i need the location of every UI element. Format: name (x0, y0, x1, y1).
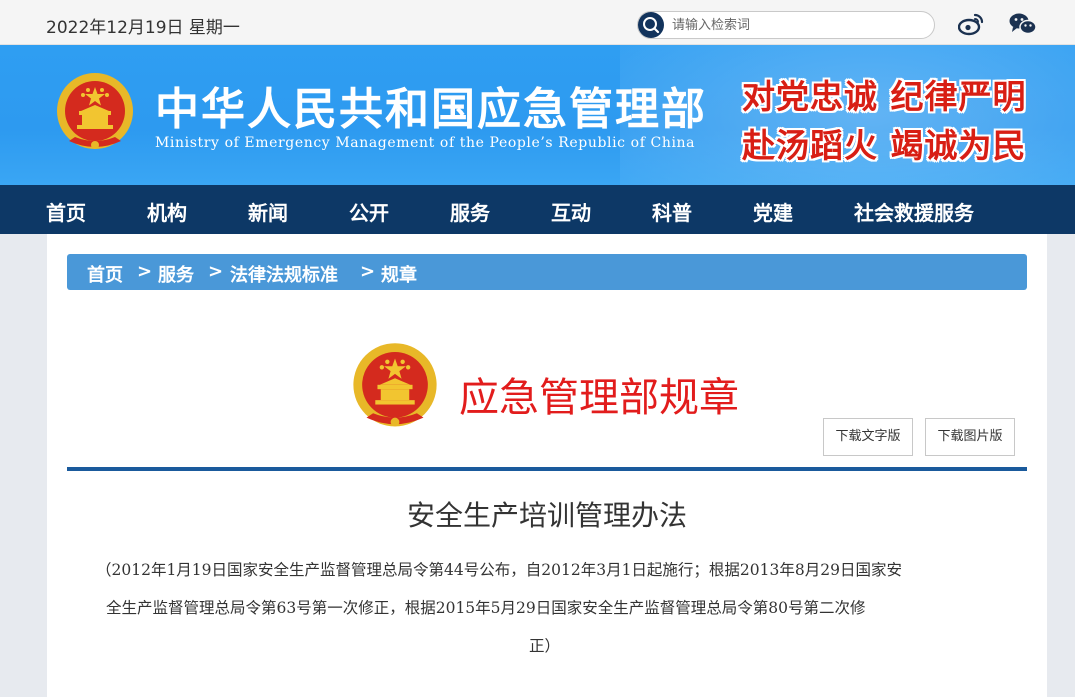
search-box[interactable] (637, 11, 935, 39)
download-text-button[interactable]: 下载文字版 (823, 418, 913, 456)
nav-item-science[interactable]: 科普 (652, 197, 692, 226)
breadcrumb-item-rules[interactable]: 规章 (381, 261, 417, 287)
nav-item-party[interactable]: 党建 (753, 197, 793, 226)
section-divider (67, 467, 1027, 471)
national-emblem-icon (351, 341, 439, 433)
document-note-line-3: 正） (529, 637, 561, 655)
current-date: 2022年12月19日 星期一 (46, 18, 240, 38)
rules-section-title: 应急管理部规章 (459, 375, 739, 421)
search-icon[interactable] (638, 12, 664, 38)
wechat-icon[interactable] (1009, 12, 1037, 36)
nav-item-interaction[interactable]: 互动 (551, 197, 591, 226)
breadcrumb-separator: > (360, 261, 376, 282)
breadcrumb-item-home[interactable]: 首页 (87, 261, 123, 287)
nav-item-news[interactable]: 新闻 (248, 197, 288, 226)
nav-item-home[interactable]: 首页 (46, 197, 86, 226)
nav-item-disclosure[interactable]: 公开 (349, 197, 389, 226)
main-nav: 首页 机构 新闻 公开 服务 互动 科普 党建 社会救援服务 (0, 185, 1075, 234)
document-note-line-2: 全生产监督管理总局令第63号第一次修正，根据2015年5月29日国家安全生产监督… (106, 599, 866, 617)
breadcrumb-separator: > (208, 261, 224, 282)
document-title: 安全生产培训管理办法 (406, 499, 687, 532)
national-emblem-icon[interactable] (55, 71, 135, 155)
breadcrumb: 首页 > 服务 > 法律法规标准 > 规章 (67, 254, 1027, 290)
top-utility-bar: 2022年12月19日 星期一 (0, 0, 1075, 45)
slogan-line-1: 对党忠诚 纪律严明 (742, 77, 1027, 116)
breadcrumb-item-services[interactable]: 服务 (158, 261, 194, 287)
breadcrumb-separator: > (137, 261, 153, 282)
document-note-line-1: （2012年1月19日国家安全生产监督管理总局令第44号公布，自2012年3月1… (96, 561, 902, 579)
content-panel: 首页 > 服务 > 法律法规标准 > 规章 应急管理部规章 下载文字版 下载图片… (47, 234, 1047, 697)
site-subtitle: Ministry of Emergency Management of the … (155, 135, 696, 151)
download-image-button[interactable]: 下载图片版 (925, 418, 1015, 456)
nav-item-rescue-services[interactable]: 社会救援服务 (854, 197, 974, 226)
weibo-icon[interactable] (957, 12, 984, 36)
search-input[interactable] (672, 15, 922, 35)
site-banner: 中华人民共和国应急管理部 Ministry of Emergency Manag… (0, 45, 1075, 185)
slogan-line-2: 赴汤蹈火 竭诚为民 (742, 126, 1027, 165)
site-title[interactable]: 中华人民共和国应急管理部 (155, 73, 707, 137)
nav-item-services[interactable]: 服务 (450, 197, 490, 226)
breadcrumb-item-laws[interactable]: 法律法规标准 (230, 261, 338, 287)
nav-item-organization[interactable]: 机构 (147, 197, 187, 226)
